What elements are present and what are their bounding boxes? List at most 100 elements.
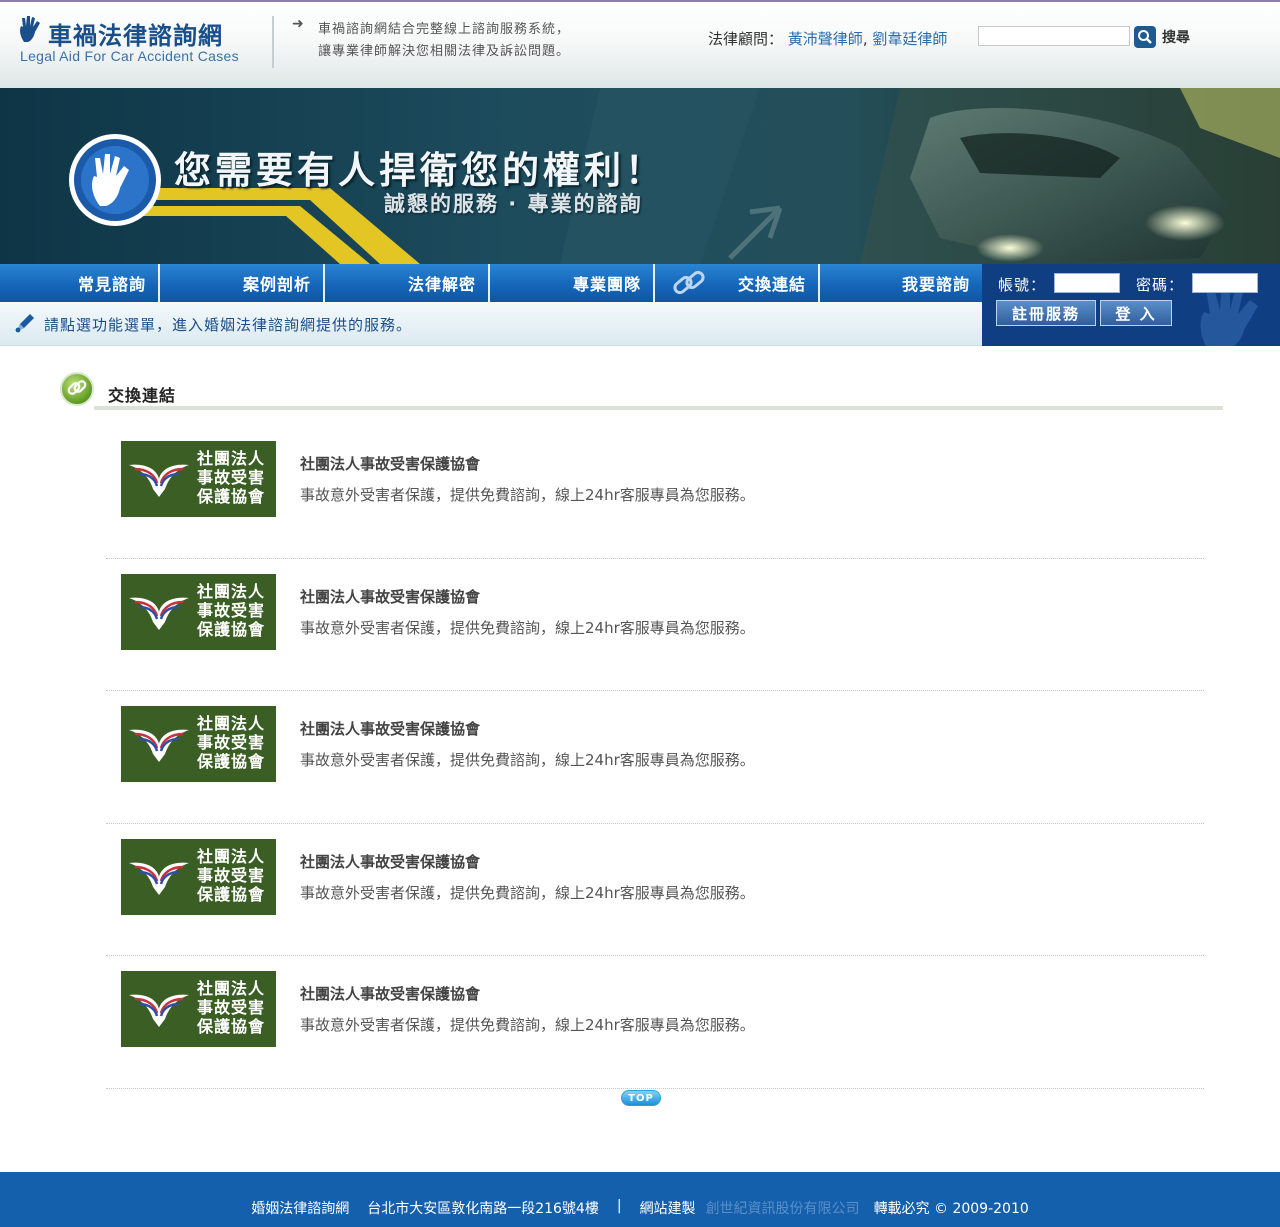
bird-emblem-icon (129, 729, 189, 763)
footer-copyright: 轉載必究 © 2009-2010 (873, 1201, 1029, 1217)
nav-label: 案例剖析 (242, 275, 311, 294)
list-item: 社團法人 事故受害 保護協會 社團法人事故受害保護協會 事故意外受害者保護，提供… (106, 426, 1204, 559)
register-button[interactable]: 註冊服務 (996, 300, 1096, 326)
pen-icon (15, 314, 34, 333)
account-label: 帳號： (998, 276, 1047, 294)
partner-logo-line: 事故受害 (197, 865, 266, 885)
footer-company-link[interactable]: 創世紀資訊股份有限公司 (706, 1198, 860, 1218)
partner-logo-text: 社團法人 事故受害 保護協會 (197, 847, 265, 904)
list-item: 社團法人 事故受害 保護協會 社團法人事故受害保護協會 事故意外受害者保護，提供… (106, 956, 1204, 1089)
footer-built-by-label: 網站建製 (639, 1201, 696, 1217)
partner-title-link[interactable]: 社團法人事故受害保護協會 (300, 851, 480, 872)
partner-title-link[interactable]: 社團法人事故受害保護協會 (300, 453, 480, 474)
section-header: 交換連結 (60, 372, 1223, 412)
banner-subline: 誠懇的服務 · 專業的諮詢 (384, 192, 643, 216)
partner-description: 事故意外受害者保護，提供免費諮詢，線上24hr客服專員為您服務。 (300, 618, 755, 637)
nav-item-law[interactable]: 法律解密 (325, 264, 490, 302)
partner-description: 事故意外受害者保護，提供免費諮詢，線上24hr客服專員為您服務。 (300, 751, 755, 770)
intro-line-2: 讓專業律師解決您相關法律及訴訟問題。 (318, 44, 571, 59)
partner-logo-line: 保護協會 (197, 487, 266, 506)
site-footer: 婚姻法律諮詢網 台北市大安區敦化南路一段216號4樓 | 網站建製 創世紀資訊股… (0, 1172, 1280, 1227)
main-nav: 常見諮詢 案例剖析 法律解密 專業團隊 交換連結 我要諮詢 (0, 264, 982, 302)
link-badge-icon (60, 372, 94, 406)
partner-logo-line: 社團法人 (197, 979, 266, 999)
legal-advisors: 法律顧問： 黃沛聲律師, 劉韋廷律師 (708, 28, 947, 49)
list-item: 社團法人 事故受害 保護協會 社團法人事故受害保護協會 事故意外受害者保護，提供… (106, 824, 1204, 957)
partner-title-link[interactable]: 社團法人事故受害保護協會 (300, 586, 480, 607)
partner-logo-line: 事故受害 (197, 600, 266, 620)
partner-logo[interactable]: 社團法人 事故受害 保護協會 (121, 838, 276, 915)
partner-logo-line: 保護協會 (197, 884, 266, 904)
partner-description: 事故意外受害者保護，提供免費諮詢，線上24hr客服專員為您服務。 (300, 486, 755, 504)
bird-emblem-icon (129, 464, 189, 497)
partner-logo-text: 社團法人 事故受害 保護協會 (197, 582, 265, 639)
search-button[interactable]: 搜尋 (1134, 24, 1202, 50)
nav-item-faq[interactable]: 常見諮詢 (0, 264, 160, 302)
site-logo[interactable]: 車禍法律諮詢網 Legal Aid For Car Accident Cases (16, 14, 266, 70)
partner-description: 事故意外受害者保護，提供免費諮詢，線上24hr客服專員為您服務。 (300, 1016, 755, 1035)
partner-logo-text: 社團法人 事故受害 保護協會 (197, 714, 265, 771)
header-divider (272, 16, 274, 68)
partner-logo[interactable]: 社團法人 事故受害 保護協會 (121, 573, 276, 650)
hero-banner: 您需要有人捍衛您的權利！ 誠懇的服務 · 專業的諮詢 (0, 88, 1280, 264)
logo-title: 車禍法律諮詢網 (48, 22, 223, 50)
list-item: 社團法人 事故受害 保護協會 社團法人事故受害保護協會 事故意外受害者保護，提供… (106, 559, 1204, 692)
bird-emblem-icon (129, 862, 189, 895)
footer-site-name: 婚姻法律諮詢網 (251, 1201, 350, 1217)
exchange-links-list: 社團法人 事故受害 保護協會 社團法人事故受害保護協會 事故意外受害者保護，提供… (106, 426, 1204, 1089)
partner-logo[interactable]: 社團法人 事故受害 保護協會 (121, 706, 276, 783)
top-header: 車禍法律諮詢網 Legal Aid For Car Accident Cases… (0, 0, 1280, 88)
partner-logo-line: 社團法人 (197, 714, 266, 734)
site-intro: 車禍諮詢網結合完整線上諮詢服務系統， 讓專業律師解決您相關法律及訴訟問題。 (318, 19, 570, 63)
footer-address: 台北市大安區敦化南路一段216號4樓 (367, 1201, 599, 1217)
search-button-label: 搜尋 (1162, 30, 1190, 46)
footer-row: 婚姻法律諮詢網 台北市大安區敦化南路一段216號4樓 | 網站建製 創世紀資訊股… (0, 1198, 1280, 1218)
banner-headline: 您需要有人捍衛您的權利！ (174, 149, 666, 192)
link-chain-icon (673, 270, 705, 295)
partner-logo-line: 保護協會 (197, 1017, 266, 1037)
nav-label: 法律解密 (407, 275, 476, 294)
logo-subtitle: Legal Aid For Car Accident Cases (20, 48, 239, 64)
search-icon (1134, 26, 1156, 48)
password-label: 密碼： (1136, 276, 1185, 294)
section-underline (94, 406, 1223, 410)
partner-logo-line: 保護協會 (197, 619, 266, 639)
search-input[interactable] (978, 26, 1130, 46)
partner-description: 事故意外受害者保護，提供免費諮詢，線上24hr客服專員為您服務。 (300, 883, 755, 902)
nav-label: 交換連結 (737, 275, 806, 294)
nav-label: 我要諮詢 (901, 275, 970, 294)
partner-logo[interactable]: 社團法人 事故受害 保護協會 (121, 971, 276, 1048)
nav-item-links[interactable]: 交換連結 (655, 264, 820, 302)
partner-logo-text: 社團法人 事故受害 保護協會 (197, 979, 265, 1036)
intro-line-1: 車禍諮詢網結合完整線上諮詢服務系統， (318, 22, 571, 37)
list-item: 社團法人 事故受害 保護協會 社團法人事故受害保護協會 事故意外受害者保護，提供… (106, 691, 1204, 824)
section-title: 交換連結 (108, 386, 177, 405)
back-to-top-button[interactable]: TOP (621, 1090, 661, 1106)
partner-title-link[interactable]: 社團法人事故受害保護協會 (300, 983, 480, 1004)
advisor-link-2[interactable]: 劉韋廷律師 (872, 30, 947, 48)
nav-label: 專業團隊 (572, 275, 641, 294)
hint-bar: 請點選功能選單，進入婚姻法律諮詢網提供的服務。 (0, 302, 982, 346)
account-input[interactable] (1054, 273, 1120, 293)
hint-message: 請點選功能選單，進入婚姻法律諮詢網提供的服務。 (44, 316, 413, 334)
nav-label: 常見諮詢 (77, 275, 146, 294)
advisor-label: 法律顧問： (708, 30, 784, 48)
login-button[interactable]: 登 入 (1100, 300, 1172, 326)
partner-title-link[interactable]: 社團法人事故受害保護協會 (300, 718, 480, 739)
partner-logo-line: 事故受害 (197, 468, 266, 487)
hand-logo-icon (20, 16, 40, 42)
partner-logo-line: 事故受害 (197, 998, 266, 1018)
advisor-link-1[interactable]: 黃沛聲律師 (788, 30, 863, 48)
nav-item-team[interactable]: 專業團隊 (490, 264, 655, 302)
nav-item-cases[interactable]: 案例剖析 (160, 264, 325, 302)
partner-logo[interactable]: 社團法人 事故受害 保護協會 (121, 441, 276, 517)
login-panel: 帳號： 密碼： 註冊服務 登 入 (982, 264, 1280, 346)
password-input[interactable] (1192, 273, 1258, 293)
advisor-separator: , (862, 30, 868, 48)
partner-logo-line: 事故受害 (197, 733, 266, 753)
partner-logo-line: 保護協會 (197, 752, 266, 772)
nav-item-consult[interactable]: 我要諮詢 (820, 264, 982, 302)
partner-logo-line: 社團法人 (197, 449, 266, 468)
bird-emblem-icon (129, 994, 189, 1028)
arrow-right-icon: ➜ (292, 16, 304, 32)
